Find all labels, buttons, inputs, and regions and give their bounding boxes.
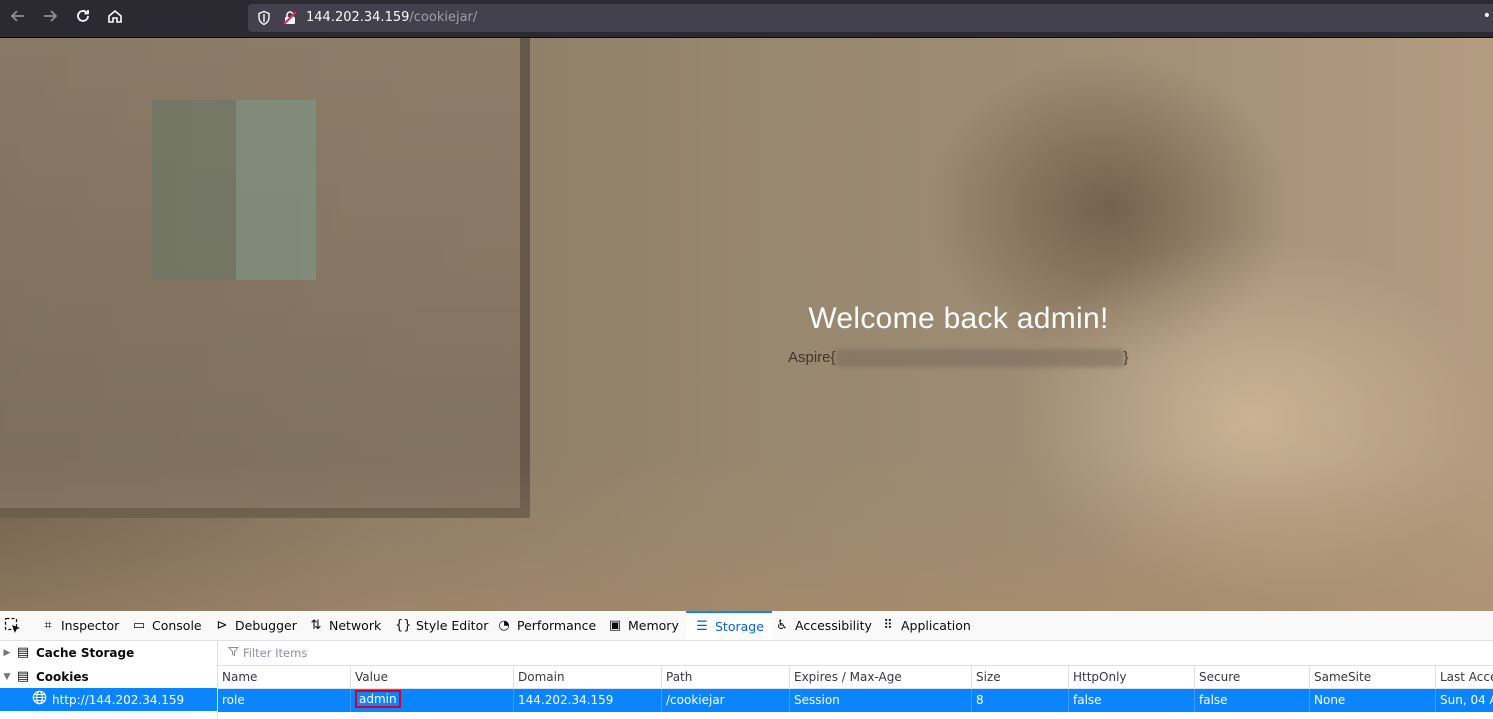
sidebar-label: http://144.202.34.159: [52, 692, 185, 707]
sidebar-item-cache-storage[interactable]: ▶ ▤ Cache Storage: [0, 641, 217, 664]
application-icon: ⠿: [883, 618, 893, 633]
tab-debugger[interactable]: ⊳ Debugger: [214, 611, 297, 640]
column-header[interactable]: Domain: [513, 666, 661, 688]
welcome-heading: Welcome back admin!: [808, 302, 1109, 335]
tab-performance[interactable]: ◔ Performance: [496, 611, 596, 640]
tab-label: Network: [329, 618, 382, 633]
filter-bar[interactable]: Filter Items: [218, 641, 1493, 666]
collapse-arrow-icon[interactable]: ▼: [0, 672, 14, 682]
element-picker-icon[interactable]: [4, 617, 22, 635]
style-editor-icon: {}: [395, 618, 412, 633]
tab-inspector[interactable]: ⌗ Inspector: [40, 611, 119, 640]
cell-size[interactable]: 8: [971, 689, 1068, 712]
cell-value[interactable]: admin: [350, 689, 513, 712]
home-icon: [106, 7, 124, 29]
database-icon: ▤: [16, 669, 30, 684]
accessibility-icon: ♿: [776, 618, 788, 633]
tab-application[interactable]: ⠿ Application: [880, 611, 971, 640]
tab-label: Memory: [628, 618, 679, 633]
expand-arrow-icon[interactable]: ▶: [0, 648, 14, 658]
memory-icon: ▣: [608, 618, 622, 633]
tab-label: Storage: [715, 619, 764, 634]
sidebar-item-cookies[interactable]: ▼ ▤ Cookies: [0, 665, 217, 688]
cell-expires[interactable]: Session: [789, 689, 971, 712]
back-arrow-icon: [9, 7, 27, 29]
cell-domain[interactable]: 144.202.34.159: [513, 689, 661, 712]
column-header[interactable]: SameSite: [1309, 666, 1435, 688]
cell-path[interactable]: /cookiejar: [661, 689, 789, 712]
background-monitor-panel: [152, 100, 316, 280]
url-bar[interactable]: 144.202.34.159/cookiejar/: [248, 4, 1493, 32]
column-header[interactable]: Secure: [1194, 666, 1309, 688]
cell-httponly[interactable]: false: [1068, 689, 1194, 712]
column-header[interactable]: Value: [350, 666, 513, 688]
url-text: 144.202.34.159/cookiejar/: [306, 10, 477, 25]
browser-toolbar: 144.202.34.159/cookiejar/ •: [0, 0, 1493, 38]
tab-label: Console: [152, 618, 202, 633]
back-button[interactable]: [4, 4, 32, 32]
filter-input[interactable]: Filter Items: [243, 646, 307, 660]
url-path: /cookiejar/: [409, 10, 478, 25]
column-header[interactable]: Expires / Max-Age: [789, 666, 971, 688]
storage-sidebar: ▶ ▤ Cache Storage ▼ ▤ Cookies http://144…: [0, 641, 218, 719]
insecure-lock-icon[interactable]: [282, 10, 298, 30]
column-header[interactable]: HttpOnly: [1068, 666, 1194, 688]
tab-storage[interactable]: ☰ Storage: [686, 611, 772, 640]
cell-last-accessed[interactable]: Sun, 04 Ap: [1435, 689, 1493, 712]
column-header[interactable]: Size: [971, 666, 1068, 688]
console-icon: ▭: [132, 618, 146, 633]
background-monitor: [0, 38, 530, 518]
cell-samesite[interactable]: None: [1309, 689, 1435, 712]
devtools-tabbar: ⌗ Inspector ▭ Console ⊳ Debugger ⇅ Network {…: [0, 611, 1493, 641]
flag-suffix: }: [1123, 349, 1129, 366]
flag-prefix: Aspire{: [788, 349, 836, 366]
filter-icon: [227, 646, 240, 660]
tab-style-editor[interactable]: {} Style Editor: [395, 611, 488, 640]
network-icon: ⇅: [310, 618, 322, 633]
table-row[interactable]: role admin 144.202.34.159 /cookiejar Ses…: [218, 689, 1493, 712]
database-icon: ▤: [16, 645, 30, 660]
tab-label: Performance: [517, 618, 597, 633]
tab-label: Debugger: [235, 618, 297, 633]
devtools-panel: ⌗ Inspector ▭ Console ⊳ Debugger ⇅ Network {…: [0, 611, 1493, 719]
inspector-icon: ⌗: [44, 618, 52, 633]
cell-name[interactable]: role: [218, 689, 350, 712]
tab-label: Application: [901, 618, 971, 633]
forward-button[interactable]: [36, 4, 64, 32]
sidebar-label: Cache Storage: [36, 645, 135, 660]
cell-value-text[interactable]: admin: [355, 690, 401, 708]
column-header[interactable]: Path: [661, 666, 789, 688]
tab-accessibility[interactable]: ♿ Accessibility: [774, 611, 872, 640]
page-content: Welcome back admin! Aspire{}: [0, 38, 1493, 611]
sidebar-item-host[interactable]: http://144.202.34.159: [0, 688, 217, 711]
performance-icon: ◔: [498, 618, 510, 633]
debugger-icon: ⊳: [216, 618, 228, 633]
tab-console[interactable]: ▭ Console: [131, 611, 202, 640]
tab-label: Accessibility: [795, 618, 872, 633]
storage-icon: ☰: [696, 619, 708, 634]
table-header: Name Value Domain Path Expires / Max-Age…: [218, 666, 1493, 689]
tab-memory[interactable]: ▣ Memory: [607, 611, 679, 640]
cell-secure[interactable]: false: [1194, 689, 1309, 712]
column-header[interactable]: Last Acces: [1435, 666, 1493, 688]
cookies-table: Filter Items Name Value Domain Path Expi…: [218, 641, 1493, 719]
tracking-shield-icon[interactable]: [256, 10, 272, 30]
flag-text: Aspire{}: [788, 349, 1129, 368]
tab-network[interactable]: ⇅ Network: [308, 611, 382, 640]
redacted-flag: [835, 349, 1124, 368]
overflow-menu-icon[interactable]: •: [1483, 8, 1491, 24]
globe-icon: [30, 690, 48, 709]
column-header[interactable]: Name: [218, 666, 350, 688]
reload-button[interactable]: [69, 4, 97, 32]
sidebar-label: Cookies: [36, 669, 89, 684]
welcome-heading-wrap: Welcome back admin!: [0, 302, 1493, 336]
reload-icon: [74, 7, 92, 29]
tab-label: Inspector: [61, 618, 120, 633]
tab-label: Style Editor: [416, 618, 489, 633]
background-desk: [0, 458, 1493, 611]
home-button[interactable]: [101, 4, 129, 32]
forward-arrow-icon: [41, 7, 59, 29]
url-host: 144.202.34.159: [306, 10, 410, 25]
